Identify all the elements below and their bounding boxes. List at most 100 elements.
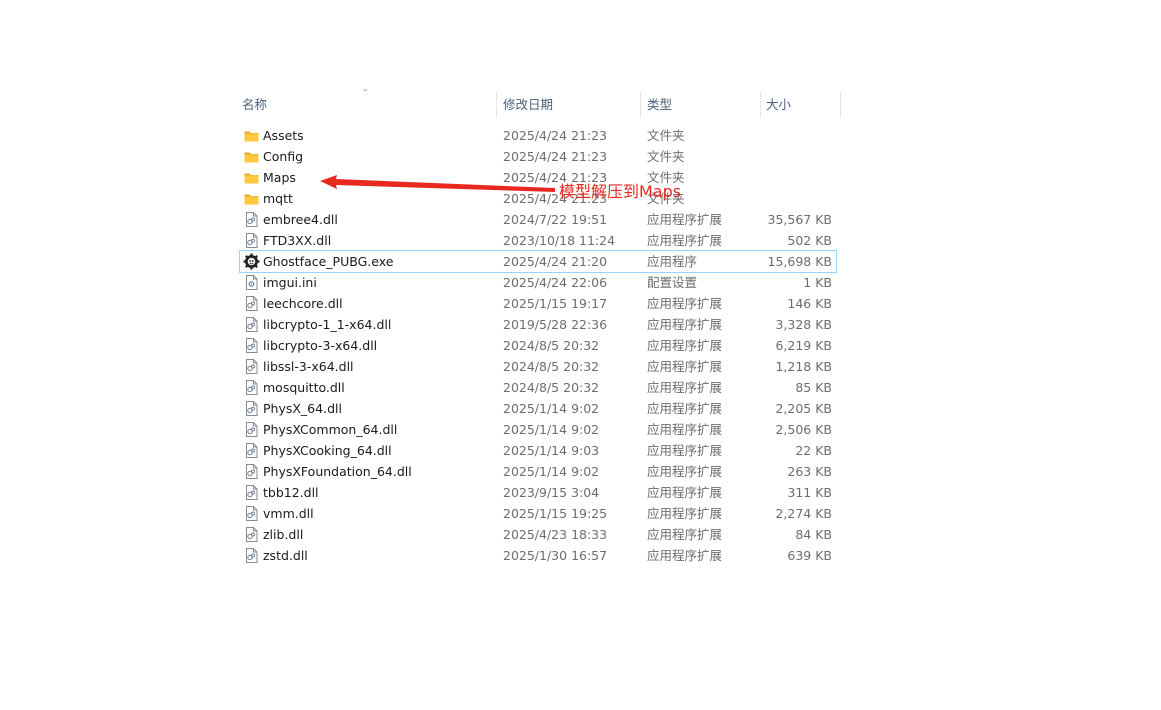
file-row[interactable]: libssl-3-x64.dll 2024/8/5 20:32 应用程序扩展 1,21… xyxy=(240,356,836,377)
file-name: libcrypto-1_1-x64.dll xyxy=(263,317,392,332)
file-size: 311 KB xyxy=(787,485,832,500)
column-divider[interactable] xyxy=(496,92,497,118)
file-date: 2023/10/18 11:24 xyxy=(503,233,616,248)
file-size xyxy=(760,188,832,209)
file-date: 2025/4/24 21:23 xyxy=(503,149,608,164)
file-row[interactable]: mosquitto.dll 2024/8/5 20:32 应用程序扩展 85 KB xyxy=(240,377,836,398)
file-date: 2025/4/24 21:20 xyxy=(503,254,608,269)
column-header-name[interactable]: 名称 xyxy=(242,92,267,118)
column-header-size[interactable]: 大小 xyxy=(766,92,791,118)
file-date: 2025/1/14 9:02 xyxy=(503,464,600,479)
file-row[interactable]: PhysXCommon_64.dll 2025/1/14 9:02 应用程序扩展 2,… xyxy=(240,419,836,440)
column-header-date[interactable]: 修改日期 xyxy=(503,92,553,118)
file-row[interactable]: imgui.ini 2025/4/24 22:06 配置设置 1 KB xyxy=(240,272,836,293)
file-name: Maps xyxy=(263,170,296,185)
file-name: PhysXCommon_64.dll xyxy=(263,422,398,437)
file-size: 2,274 KB xyxy=(775,506,832,521)
file-size: 22 KB xyxy=(795,443,832,458)
dll-file-icon xyxy=(243,316,260,333)
file-size: 84 KB xyxy=(795,527,832,542)
file-name: zstd.dll xyxy=(263,548,308,563)
file-row[interactable]: libcrypto-3-x64.dll 2024/8/5 20:32 应用程序扩展 6… xyxy=(240,335,836,356)
file-type: 应用程序扩展 xyxy=(647,464,723,479)
dll-file-icon xyxy=(243,337,260,354)
file-row[interactable]: FTD3XX.dll 2023/10/18 11:24 应用程序扩展 502 KB xyxy=(240,230,836,251)
file-date: 2024/8/5 20:32 xyxy=(503,380,600,395)
file-row[interactable]: Maps 2025/4/24 21:23 文件夹 xyxy=(240,167,836,188)
column-divider[interactable] xyxy=(640,92,641,118)
sort-caret-icon: ⌃ xyxy=(362,88,369,97)
file-size: 146 KB xyxy=(787,296,832,311)
file-row[interactable]: zlib.dll 2025/4/23 18:33 应用程序扩展 84 KB xyxy=(240,524,836,545)
file-name: mqtt xyxy=(263,191,293,206)
file-row[interactable]: Assets 2025/4/24 21:23 文件夹 xyxy=(240,125,836,146)
file-name: tbb12.dll xyxy=(263,485,319,500)
folder-icon xyxy=(243,148,260,165)
file-type: 应用程序扩展 xyxy=(647,380,723,395)
dll-file-icon xyxy=(243,295,260,312)
file-date: 2025/1/14 9:03 xyxy=(503,443,600,458)
dll-file-icon xyxy=(243,379,260,396)
file-row[interactable]: PhysXCooking_64.dll 2025/1/14 9:03 应用程序扩展 2… xyxy=(240,440,836,461)
dll-file-icon xyxy=(243,232,260,249)
file-type: 应用程序扩展 xyxy=(647,212,723,227)
file-row[interactable]: embree4.dll 2024/7/22 19:51 应用程序扩展 35,567 K… xyxy=(240,209,836,230)
file-row[interactable]: tbb12.dll 2023/9/15 3:04 应用程序扩展 311 KB xyxy=(240,482,836,503)
file-name: PhysXFoundation_64.dll xyxy=(263,464,412,479)
file-size: 85 KB xyxy=(795,380,832,395)
file-row[interactable]: Config 2025/4/24 21:23 文件夹 xyxy=(240,146,836,167)
file-name: leechcore.dll xyxy=(263,296,343,311)
folder-icon xyxy=(243,190,260,207)
exe-gear-icon xyxy=(243,253,260,270)
file-row[interactable]: Ghostface_PUBG.exe 2025/4/24 21:20 应用程序 15,… xyxy=(239,250,837,273)
file-type: 应用程序扩展 xyxy=(647,506,723,521)
column-header-type[interactable]: 类型 xyxy=(647,92,672,118)
file-name: Ghostface_PUBG.exe xyxy=(263,254,394,269)
column-divider[interactable] xyxy=(760,92,761,118)
dll-file-icon xyxy=(243,484,260,501)
file-name: Assets xyxy=(263,128,304,143)
file-size: 3,328 KB xyxy=(775,317,832,332)
file-date: 2023/9/15 3:04 xyxy=(503,485,600,500)
file-name: imgui.ini xyxy=(263,275,317,290)
file-type: 应用程序扩展 xyxy=(647,422,723,437)
file-row[interactable]: vmm.dll 2025/1/15 19:25 应用程序扩展 2,274 KB xyxy=(240,503,836,524)
file-size: 35,567 KB xyxy=(767,212,832,227)
dll-file-icon xyxy=(243,442,260,459)
column-divider[interactable] xyxy=(840,92,841,118)
file-date: 2024/8/5 20:32 xyxy=(503,338,600,353)
folder-icon xyxy=(243,169,260,186)
file-list-view: ⌃ 名称 修改日期 类型 大小 Assets 2025/4/24 21:23 文件夹… xyxy=(239,88,842,572)
annotation-text: 模型解压到Maps xyxy=(559,182,682,201)
file-row[interactable]: zstd.dll 2025/1/30 16:57 应用程序扩展 639 KB xyxy=(240,545,836,566)
file-size: 6,219 KB xyxy=(775,338,832,353)
file-date: 2025/4/24 22:06 xyxy=(503,275,608,290)
file-date: 2025/1/15 19:17 xyxy=(503,296,608,311)
file-type: 应用程序扩展 xyxy=(647,338,723,353)
file-name: mosquitto.dll xyxy=(263,380,345,395)
file-date: 2025/1/15 19:25 xyxy=(503,506,608,521)
file-row[interactable]: PhysXFoundation_64.dll 2025/1/14 9:02 应用程序… xyxy=(240,461,836,482)
file-row[interactable]: libcrypto-1_1-x64.dll 2019/5/28 22:36 应用程序… xyxy=(240,314,836,335)
file-size: 1,218 KB xyxy=(775,359,832,374)
file-type: 文件夹 xyxy=(647,149,685,164)
file-size: 2,205 KB xyxy=(775,401,832,416)
ini-file-icon xyxy=(243,274,260,291)
file-name: PhysX_64.dll xyxy=(263,401,342,416)
file-type: 应用程序扩展 xyxy=(647,443,723,458)
file-row[interactable]: PhysX_64.dll 2025/1/14 9:02 应用程序扩展 2,205 KB xyxy=(240,398,836,419)
file-size: 639 KB xyxy=(787,548,832,563)
file-date: 2024/8/5 20:32 xyxy=(503,359,600,374)
dll-file-icon xyxy=(243,358,260,375)
file-date: 2024/7/22 19:51 xyxy=(503,212,608,227)
file-type: 应用程序扩展 xyxy=(647,359,723,374)
file-row[interactable]: leechcore.dll 2025/1/15 19:17 应用程序扩展 146 KB xyxy=(240,293,836,314)
dll-file-icon xyxy=(243,505,260,522)
file-size: 15,698 KB xyxy=(767,254,832,269)
dll-file-icon xyxy=(243,421,260,438)
file-row[interactable]: mqtt 2025/4/24 21:23 文件夹 xyxy=(240,188,836,209)
dll-file-icon xyxy=(243,526,260,543)
file-size: 263 KB xyxy=(787,464,832,479)
file-date: 2025/1/30 16:57 xyxy=(503,548,608,563)
file-size xyxy=(760,167,832,188)
